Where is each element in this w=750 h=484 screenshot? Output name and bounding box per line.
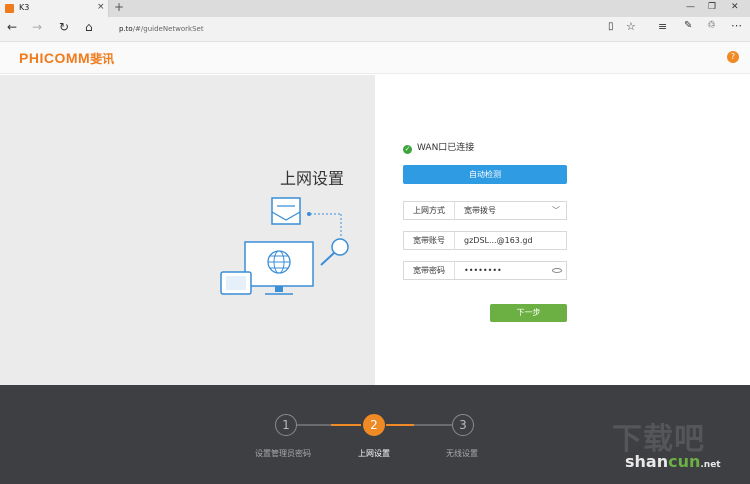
- favorite-star-icon[interactable]: ☆: [626, 20, 636, 33]
- step-3-label: 无线设置: [446, 449, 478, 458]
- help-icon[interactable]: ?: [727, 51, 739, 63]
- broadband-account-value: gzDSL...@163.gd: [464, 236, 533, 245]
- step-2-circle[interactable]: 2: [363, 414, 385, 436]
- url-host: p.to: [119, 25, 133, 33]
- network-illustration: [220, 197, 349, 295]
- show-password-eye-icon[interactable]: [552, 268, 562, 273]
- new-tab-icon[interactable]: +: [114, 0, 124, 14]
- wan-status-text: WAN口已连接: [417, 143, 475, 153]
- restore-window-icon[interactable]: ❐: [708, 2, 716, 12]
- forward-arrow-icon[interactable]: →: [32, 20, 42, 34]
- tab-title: K3: [19, 3, 30, 12]
- broadband-password-label: 宽带密码: [404, 262, 455, 279]
- broadband-account-field[interactable]: 宽带账号 gzDSL...@163.gd: [403, 231, 567, 250]
- connection-mode-label: 上网方式: [404, 202, 455, 219]
- step-1-circle[interactable]: 1: [275, 414, 297, 436]
- monitor-icon: [244, 241, 314, 295]
- step-1-label: 设置管理员密码: [255, 449, 311, 458]
- network-setup-form: [375, 75, 750, 385]
- wan-status: ✓ WAN口已连接: [403, 140, 474, 154]
- refresh-icon[interactable]: ↻: [59, 20, 69, 34]
- watermark-part-c: .net: [700, 460, 721, 470]
- brand-name: PHICOMM: [19, 50, 91, 66]
- step-connector-progress: [331, 424, 361, 426]
- broadband-password-value: ••••••••: [464, 266, 502, 275]
- browser-nav-bar: [0, 17, 750, 42]
- broadband-password-field[interactable]: 宽带密码 ••••••••: [403, 261, 567, 280]
- brand-name-cn: 斐讯: [90, 52, 115, 66]
- envelope-icon: [271, 197, 301, 225]
- hub-menu-icon[interactable]: ≡: [658, 20, 667, 33]
- step-connector-progress: [386, 424, 414, 426]
- share-icon[interactable]: ♲: [707, 20, 716, 31]
- next-step-button[interactable]: 下一步: [490, 304, 567, 322]
- connection-mode-select[interactable]: 上网方式 宽带拨号 ﹀: [403, 201, 567, 220]
- connection-mode-value: 宽带拨号: [464, 206, 496, 215]
- watermark-part-a: shan: [625, 452, 669, 471]
- broadband-account-label: 宽带账号: [404, 232, 455, 249]
- tab-close-icon[interactable]: ×: [97, 2, 105, 12]
- back-arrow-icon[interactable]: ←: [7, 20, 17, 34]
- close-window-icon[interactable]: ✕: [731, 2, 739, 12]
- chevron-down-icon: ﹀: [552, 206, 560, 215]
- browser-tab-bar: [0, 0, 750, 17]
- step-2-label: 上网设置: [358, 449, 390, 458]
- phicomm-logo: PHICOMM斐讯: [19, 50, 114, 67]
- address-bar[interactable]: p.to/#/guideNetworkSet: [119, 25, 204, 33]
- check-circle-icon: ✓: [403, 145, 412, 154]
- step-3-circle[interactable]: 3: [452, 414, 474, 436]
- url-path: /#/guideNetworkSet: [132, 25, 204, 33]
- tablet-icon: [220, 271, 252, 295]
- web-note-icon[interactable]: ✎: [684, 20, 692, 31]
- auto-detect-button[interactable]: 自动检测: [403, 165, 567, 184]
- more-menu-icon[interactable]: ⋯: [731, 19, 742, 32]
- home-icon[interactable]: ⌂: [85, 20, 93, 34]
- page-title: 上网设置: [280, 169, 345, 188]
- phicomm-favicon-icon: [5, 4, 14, 13]
- browser-tab[interactable]: K3 ×: [0, 0, 109, 17]
- watermark-logo: shancun.net: [625, 452, 721, 471]
- watermark-part-b: cun: [668, 452, 701, 471]
- minimize-window-icon[interactable]: —: [686, 2, 695, 12]
- magnifier-icon: [320, 238, 349, 266]
- reading-view-icon[interactable]: ▯: [608, 21, 614, 32]
